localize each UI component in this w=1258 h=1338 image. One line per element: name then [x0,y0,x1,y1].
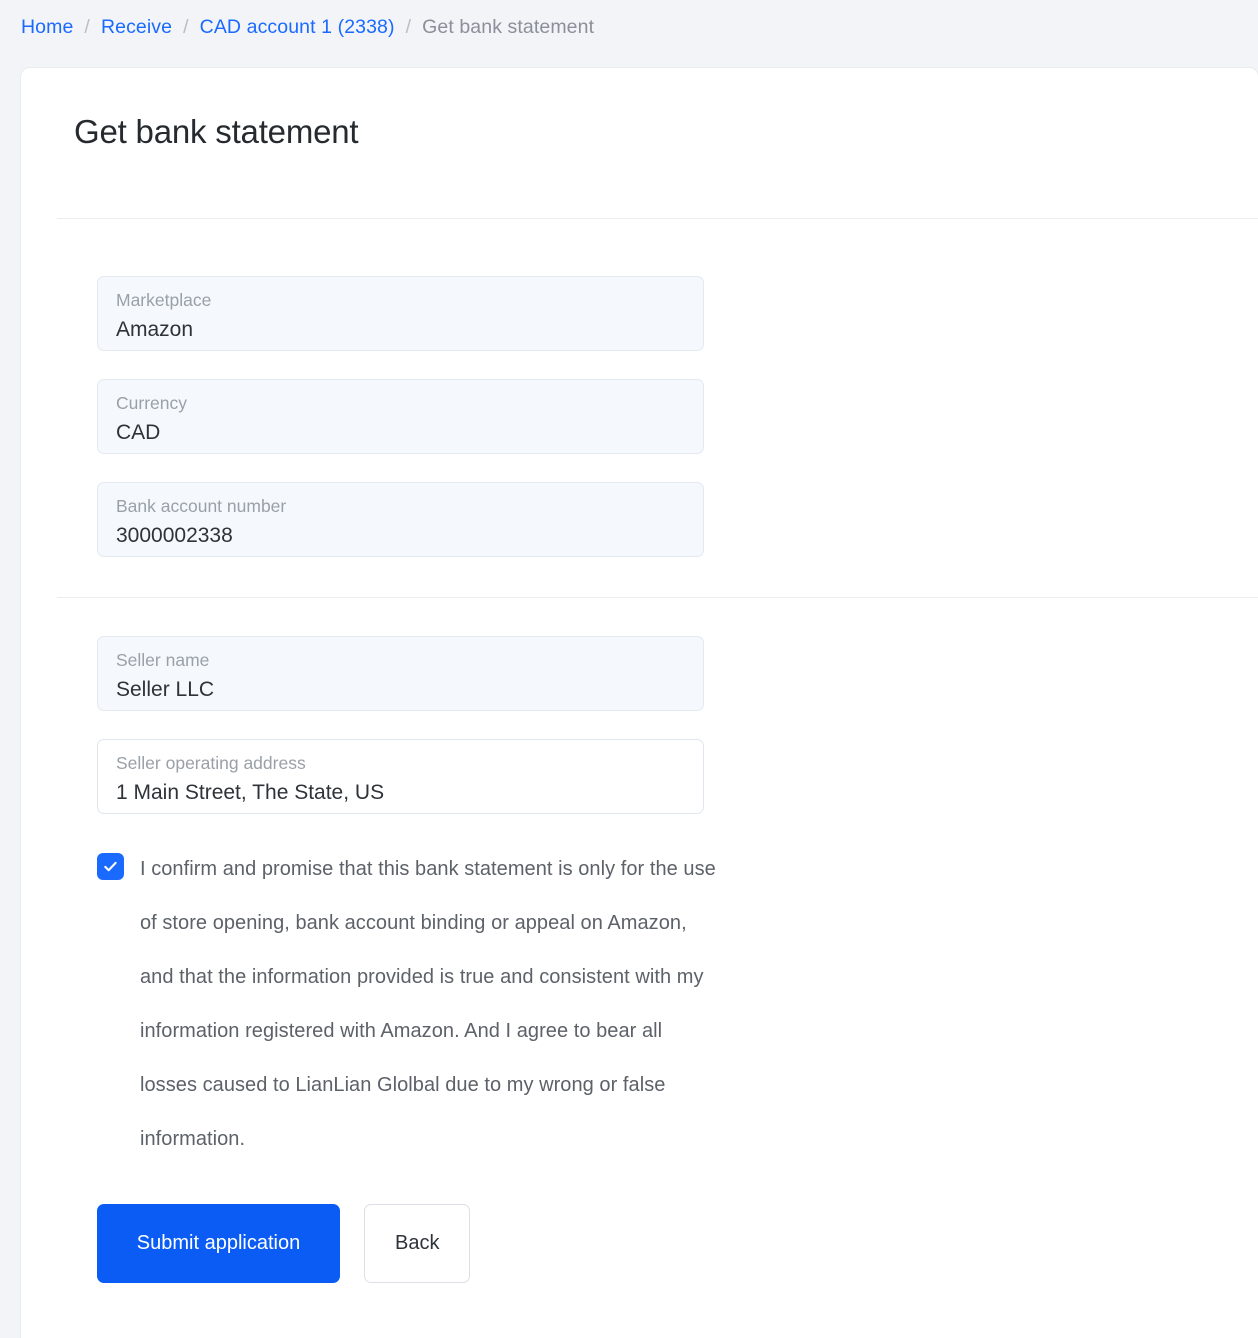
bank-account-number-label: Bank account number [116,495,287,516]
consent-text: I confirm and promise that this bank sta… [140,857,716,1150]
marketplace-value: Amazon [116,318,194,342]
back-button[interactable]: Back [364,1203,471,1283]
seller-info-section: Seller name Seller LLC Seller operating … [21,598,1258,1283]
check-icon [104,861,117,871]
seller-operating-address-value[interactable]: 1 Main Street, The State, US [116,779,703,806]
breadcrumb-item-home[interactable]: Home [21,16,73,39]
breadcrumb-separator: / [405,15,412,38]
breadcrumb-item-receive[interactable]: Receive [101,16,172,39]
content-card: Get bank statement Marketplace Amazon Cu… [21,68,1258,1338]
seller-name-label: Seller name [116,649,210,670]
breadcrumb-item-cad-account[interactable]: CAD account 1 (2338) [200,16,395,39]
breadcrumb: Home / Receive / CAD account 1 (2338) / … [0,0,1258,54]
bank-account-number-field[interactable]: Bank account number 3000002338 [97,481,704,557]
breadcrumb-separator: / [84,15,90,38]
card-header: Get bank statement [21,68,1258,152]
currency-value: CAD [116,421,161,445]
marketplace-field[interactable]: Marketplace Amazon [97,275,704,351]
page-title: Get bank statement [74,113,359,150]
consent-checkbox[interactable] [97,852,124,880]
bank-account-number-value: 3000002338 [116,524,233,548]
seller-operating-address-field[interactable]: Seller operating address 1 Main Street, … [97,738,704,814]
breadcrumb-separator: / [183,15,189,38]
breadcrumb-item-current: Get bank statement [422,15,595,38]
seller-name-value: Seller LLC [116,678,215,702]
submit-application-button[interactable]: Submit application [97,1203,340,1283]
consent-block: I confirm and promise that this bank sta… [97,842,717,1166]
action-buttons: Submit application Back [97,1203,1258,1283]
account-info-section: Marketplace Amazon Currency CAD Bank acc… [21,219,1258,557]
seller-operating-address-label: Seller operating address [116,752,306,773]
marketplace-label: Marketplace [116,289,212,310]
currency-label: Currency [116,392,187,413]
currency-field[interactable]: Currency CAD [97,378,704,454]
seller-name-field[interactable]: Seller name Seller LLC [97,635,704,711]
